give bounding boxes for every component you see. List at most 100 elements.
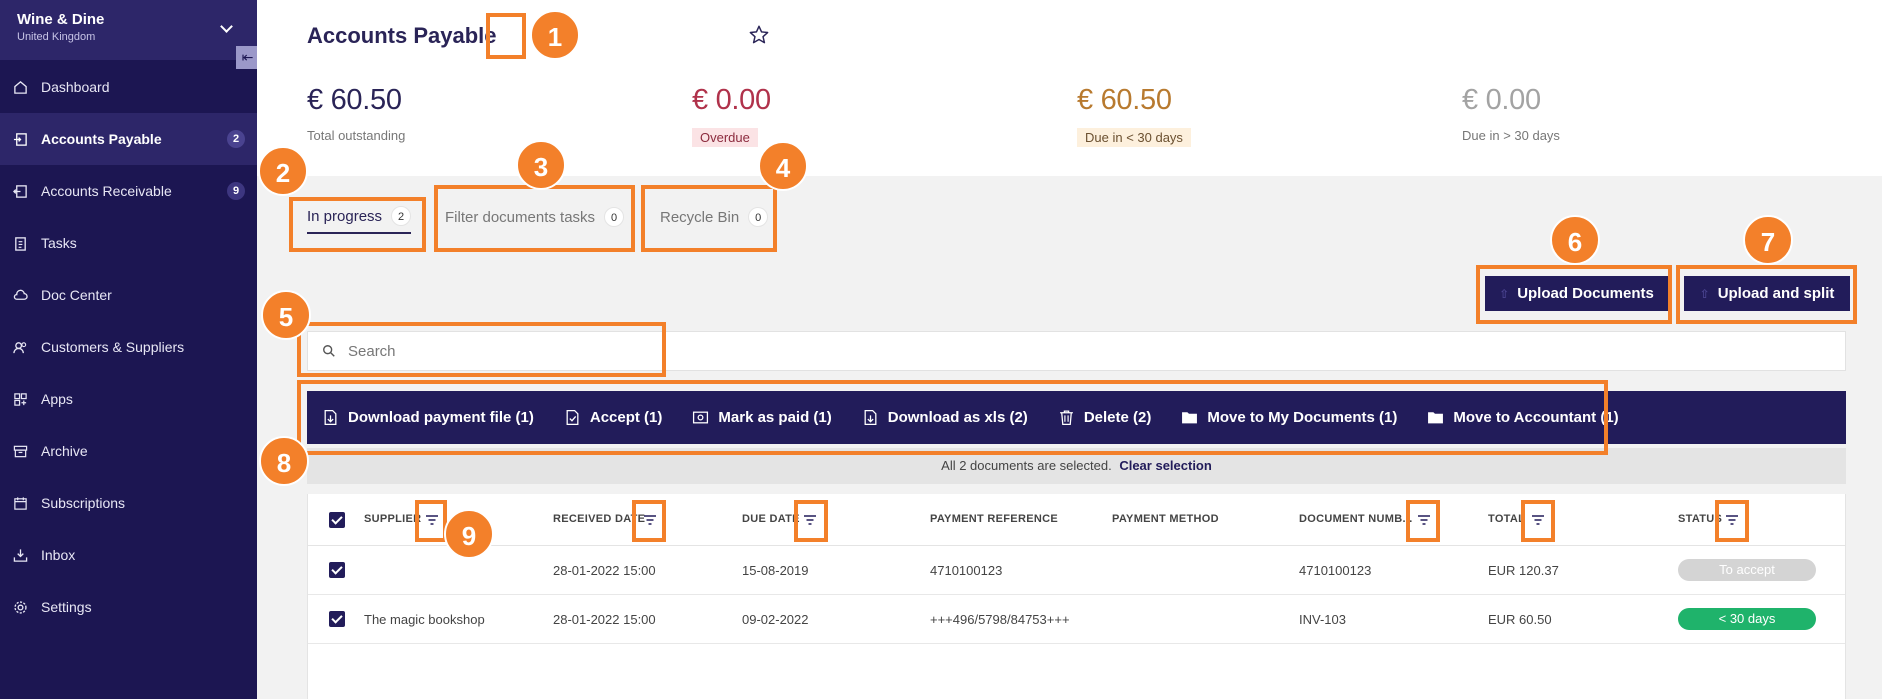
kpi-value: € 60.50 [1077,84,1172,116]
kpi-value: € 0.00 [692,84,771,116]
annotation-marker: 7 [1743,215,1793,265]
sidebar-item-badge: 2 [227,130,245,148]
annotation-box [289,197,426,252]
company-country: United Kingdom [17,31,96,43]
sidebar-item-label: Subscriptions [41,495,126,511]
column-header-payment-reference: PAYMENT REFERENCE [930,513,1058,525]
sidebar: Wine & Dine United Kingdom ⇤ Dashboard A… [0,0,259,699]
annotation-box [1521,500,1555,542]
star-icon[interactable] [748,24,770,46]
kpi-label: Due in < 30 days [1077,128,1191,147]
sidebar-item-label: Doc Center [41,287,112,303]
annotation-box [1476,265,1672,324]
kpi-value: € 60.50 [307,84,402,116]
column-header-supplier[interactable]: SUPPLIER [364,513,421,525]
annotation-box [434,185,635,252]
sidebar-item-label: Tasks [41,235,77,251]
sidebar-item-label: Accounts Payable [41,131,162,147]
cell-supplier: The magic bookshop [364,612,485,627]
table-row[interactable]: The magic bookshop 28-01-2022 15:00 09-0… [308,595,1845,644]
annotation-marker: 5 [261,290,311,340]
documents-table: SUPPLIER RECEIVED DATE DUE DATE PAYMENT … [307,494,1846,699]
annotation-box [632,500,666,542]
sidebar-item-label: Inbox [41,547,76,563]
annotation-box [1406,500,1440,542]
clipboard-icon [12,235,28,251]
annotation-box [297,380,1608,455]
kpi-label: Overdue [692,128,758,147]
sidebar-item-label: Dashboard [41,79,110,95]
column-header-payment-method: PAYMENT METHOD [1112,513,1219,525]
row-checkbox[interactable] [329,611,345,627]
company-switcher[interactable]: Wine & Dine United Kingdom [0,0,257,60]
column-header-total[interactable]: TOTAL [1488,513,1525,525]
archive-icon [12,443,28,459]
page-title: Accounts Payable [307,23,497,48]
receivable-icon [12,183,28,199]
annotation-box [1715,500,1749,542]
sidebar-item-label: Apps [41,391,73,407]
sidebar-item-archive[interactable]: Archive [0,425,257,477]
annotation-marker: 9 [444,509,494,559]
row-checkbox[interactable] [329,562,345,578]
cloud-icon [12,287,28,303]
table-header: SUPPLIER RECEIVED DATE DUE DATE PAYMENT … [308,494,1845,546]
sidebar-item-label: Archive [41,443,88,459]
status-badge: < 30 days [1678,608,1816,630]
sidebar-item-apps[interactable]: Apps [0,373,257,425]
annotation-marker: 4 [758,141,808,191]
cell-received-date: 28-01-2022 15:00 [553,612,656,627]
sidebar-item-dashboard[interactable]: Dashboard [0,61,257,113]
kpi-value: € 0.00 [1462,84,1541,116]
cell-total: EUR 60.50 [1488,612,1552,627]
annotation-box [641,185,777,252]
annotation-marker: 1 [530,10,580,60]
kpi-total-outstanding: € 60.50 Total outstanding [307,84,405,145]
annotation-box [297,322,666,377]
select-all-checkbox[interactable] [329,512,345,528]
kpi-label: Due in > 30 days [1462,128,1560,143]
column-header-document-number[interactable]: DOCUMENT NUMB... [1299,513,1413,525]
cell-payment-reference: 4710100123 [930,563,1003,578]
cell-document-number: 4710100123 [1299,563,1372,578]
kpi-due-over-30: € 0.00 Due in > 30 days [1462,84,1560,145]
sidebar-item-customers-suppliers[interactable]: Customers & Suppliers [0,321,257,373]
status-badge: To accept [1678,559,1816,581]
apps-icon [12,391,28,407]
gear-icon [12,599,28,615]
sidebar-item-badge: 9 [227,182,245,200]
cell-payment-reference: +++496/5798/84753+++ [930,612,1070,627]
cell-received-date: 28-01-2022 15:00 [553,563,656,578]
selection-text: All 2 documents are selected. [941,458,1112,473]
sidebar-item-label: Accounts Receivable [41,183,172,199]
kpi-label: Total outstanding [307,128,406,143]
annotation-marker: 2 [258,146,308,196]
calendar-icon [12,495,28,511]
sidebar-item-label: Customers & Suppliers [41,339,185,355]
inbox-icon [12,547,28,563]
table-row[interactable]: 28-01-2022 15:00 15-08-2019 4710100123 4… [308,546,1845,595]
annotation-box [486,13,526,59]
kpi-overdue: € 0.00 Overdue [692,84,771,147]
sidebar-item-subscriptions[interactable]: Subscriptions [0,477,257,529]
sidebar-item-inbox[interactable]: Inbox [0,529,257,581]
column-header-due-date[interactable]: DUE DATE [742,513,800,525]
sidebar-item-accounts-payable[interactable]: Accounts Payable 2 [0,113,257,165]
annotation-box [794,500,828,542]
cell-due-date: 09-02-2022 [742,612,809,627]
annotation-marker: 3 [516,140,566,190]
home-icon [12,79,28,95]
sidebar-item-tasks[interactable]: Tasks [0,217,257,269]
cell-total: EUR 120.37 [1488,563,1559,578]
sidebar-item-accounts-receivable[interactable]: Accounts Receivable 9 [0,165,257,217]
sidebar-item-settings[interactable]: Settings [0,581,257,633]
sidebar-item-doc-center[interactable]: Doc Center [0,269,257,321]
payable-icon [12,131,28,147]
annotation-box [1676,265,1857,324]
annotation-marker: 6 [1550,215,1600,265]
kpi-due-under-30: € 60.50 Due in < 30 days [1077,84,1191,147]
annotation-marker: 8 [259,436,309,486]
clear-selection-link[interactable]: Clear selection [1119,458,1212,473]
annotation-box [415,500,447,542]
users-icon [12,339,28,355]
